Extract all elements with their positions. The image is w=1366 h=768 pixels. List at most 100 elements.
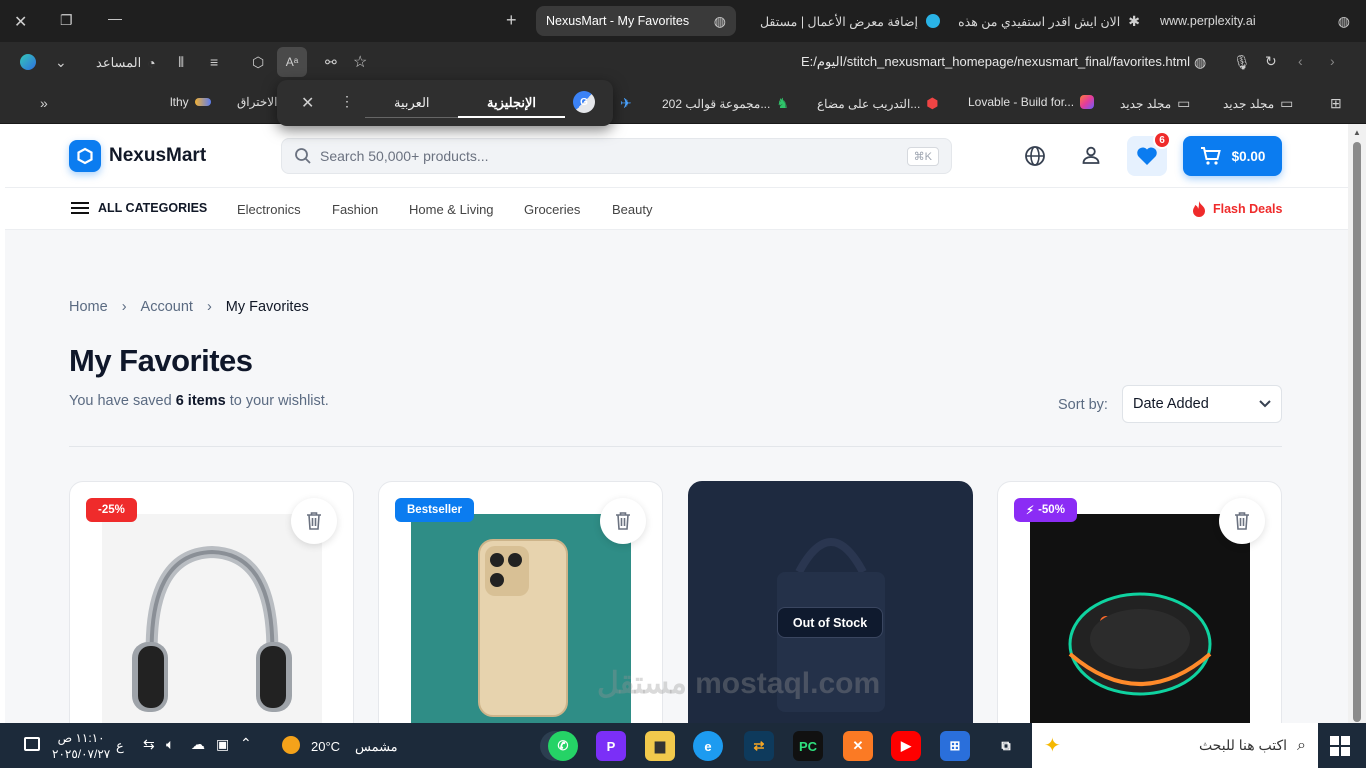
brand-logo[interactable]: NexusMart	[69, 140, 206, 172]
cloud-off-icon[interactable]: ☁	[191, 736, 205, 753]
windows-taskbar: ١١:١٠ ص ٢٠٢٥/٠٧/٢٧ ع ⇆ 🔈︎ ☁ ▣ ⌃ 20°C مشم…	[0, 723, 1366, 768]
extensions-icon[interactable]: ⬡	[252, 54, 264, 71]
brand-name: NexusMart	[109, 145, 207, 166]
close-icon[interactable]: ✕	[301, 93, 314, 113]
camera-icon[interactable]: ▣	[216, 736, 229, 753]
nav-fashion[interactable]: Fashion	[332, 202, 378, 217]
tab-perplexity[interactable]: www.perplexity.ai ◍	[1160, 6, 1350, 36]
reader-icon[interactable]: ≡	[210, 54, 218, 70]
cart-total: $0.00	[1231, 148, 1266, 164]
apps-grid-icon[interactable]: ⊞	[1330, 95, 1342, 112]
input-language[interactable]: ع	[116, 738, 124, 754]
start-button[interactable]	[1330, 736, 1350, 756]
xampp-taskbar-icon[interactable]: ✕	[843, 731, 873, 761]
whatsapp-taskbar-icon[interactable]: ✆	[548, 731, 578, 761]
vscode-taskbar-icon[interactable]: ⇄	[744, 731, 774, 761]
remove-favorite-button[interactable]	[600, 498, 646, 544]
breadcrumb-account[interactable]: Account	[141, 299, 193, 315]
discount-badge: ⚡︎ -50%	[1014, 498, 1077, 522]
page-scrollbar[interactable]: ▲	[1348, 124, 1366, 723]
bookmark-item[interactable]: lthy	[170, 95, 211, 109]
cart-button[interactable]: $0.00	[1183, 136, 1282, 176]
bookmark-item[interactable]: مجموعة قوالب 202... ♞	[662, 95, 789, 112]
tab-label: NexusMart - My Favorites	[546, 14, 690, 28]
heart-icon	[1137, 147, 1157, 165]
bookmark-label: مجلد جديد	[1120, 96, 1172, 111]
product-card[interactable]: ⚡︎ -50%	[997, 481, 1282, 723]
scrollbar-thumb[interactable]	[1353, 142, 1361, 722]
tab-nexusmart[interactable]: NexusMart - My Favorites ◍	[536, 6, 736, 36]
favorites-button[interactable]: 6	[1127, 131, 1171, 176]
assistant-button[interactable]: المساعد ◔	[96, 55, 156, 71]
bookmark-item[interactable]: التدريب على مضاع... ⬢	[817, 95, 939, 112]
pycharm-taskbar-icon[interactable]: PC	[793, 731, 823, 761]
assistant-label: المساعد	[96, 55, 142, 70]
language-globe-icon[interactable]	[1024, 145, 1046, 172]
back-icon[interactable]: ›	[1330, 53, 1335, 69]
nav-electronics[interactable]: Electronics	[237, 202, 301, 217]
youtube-taskbar-icon[interactable]: ▶	[891, 731, 921, 761]
reload-icon[interactable]: ↻	[1265, 53, 1277, 70]
app-taskbar-icon[interactable]: P	[596, 731, 626, 761]
translate-icon[interactable]: Aᵃ	[277, 47, 307, 77]
edge-taskbar-icon[interactable]: e	[693, 731, 723, 761]
nav-beauty[interactable]: Beauty	[612, 202, 652, 217]
product-image-mouse[interactable]	[1030, 514, 1250, 723]
search-bar[interactable]: Search 50,000+ products... ⌘K	[281, 138, 952, 174]
chevron-up-icon[interactable]: ⌃	[240, 735, 252, 752]
divider	[69, 446, 1282, 447]
bookmark-item[interactable]: الاختراق	[237, 95, 277, 109]
copilot-icon[interactable]	[20, 54, 36, 70]
target-language-arabic[interactable]: العربية	[394, 95, 430, 111]
more-bookmarks-icon[interactable]: »	[40, 95, 48, 111]
discount-badge: -25%	[86, 498, 137, 522]
sort-select[interactable]: Date Added	[1122, 385, 1282, 423]
user-account-icon[interactable]	[1081, 145, 1101, 170]
scroll-up-icon[interactable]: ▲	[1353, 128, 1361, 137]
new-tab-icon[interactable]: +	[506, 10, 517, 31]
flash-deals-link[interactable]: Flash Deals	[1191, 200, 1282, 218]
browser-tab-strip: ✕ ❐ — + NexusMart - My Favorites ◍ إضافة…	[0, 0, 1366, 42]
bookmark-label: مجلد جديد	[1223, 96, 1275, 111]
more-options-icon[interactable]: ⋮	[340, 93, 354, 110]
clock[interactable]: ١١:١٠ ص ٢٠٢٥/٠٧/٢٧	[52, 730, 110, 762]
star-icon[interactable]: ☆	[353, 52, 367, 72]
bookmark-favicon[interactable]: ✈	[620, 95, 632, 112]
notifications-icon[interactable]	[24, 737, 40, 751]
bookmark-folder[interactable]: مجلد جديد ▭	[1120, 95, 1190, 112]
product-card[interactable]: -25%	[69, 481, 354, 723]
mic-icon[interactable]: 🎙︎	[1233, 54, 1251, 71]
app-icon: ✱	[1128, 12, 1140, 29]
nav-groceries[interactable]: Groceries	[524, 202, 580, 217]
task-view-icon[interactable]: ⧉	[991, 731, 1021, 761]
breadcrumb-home[interactable]: Home	[69, 299, 108, 315]
tab-mostaql[interactable]: إضافة معرض الأعمال | مستقل	[755, 6, 940, 36]
all-categories-button[interactable]: ALL CATEGORIES	[71, 201, 207, 215]
weather-text[interactable]: مشمس	[355, 739, 398, 755]
chevron-right-icon: ›	[206, 299, 212, 315]
nav-home-living[interactable]: Home & Living	[409, 202, 494, 217]
weather-temp[interactable]: 20°C	[311, 739, 340, 754]
tab-chat[interactable]: الان ايش اقدر استفيدي من هذه ✱	[958, 6, 1140, 36]
restore-window-icon[interactable]: ❐	[60, 12, 73, 29]
bookmark-item[interactable]: Lovable - Build for...	[968, 95, 1095, 109]
hexagon-logo-icon	[69, 140, 101, 172]
remove-favorite-button[interactable]	[291, 498, 337, 544]
store-taskbar-icon[interactable]: ⊞	[940, 731, 970, 761]
forward-icon[interactable]: ‹	[1298, 53, 1303, 69]
folder-taskbar-icon[interactable]: ▆	[645, 731, 675, 761]
volume-icon[interactable]: 🔈︎	[166, 736, 174, 753]
link-icon[interactable]: ⚯	[325, 54, 337, 71]
minimize-window-icon[interactable]: —	[108, 10, 122, 26]
close-window-icon[interactable]: ✕	[14, 12, 27, 32]
product-image-headphones[interactable]	[102, 514, 322, 723]
bookmark-folder[interactable]: مجلد جديد ▭	[1223, 95, 1293, 112]
source-language-english[interactable]: الإنجليزية	[487, 95, 536, 111]
search-input[interactable]: Search 50,000+ products...	[320, 148, 899, 164]
address-field[interactable]: E:/اليوم/stitch_nexusmart_homepage/nexus…	[700, 54, 1190, 70]
network-icon[interactable]: ⇆	[143, 736, 155, 753]
chevron-down-icon[interactable]: ⌄	[55, 54, 67, 71]
audio-icon[interactable]: ⦀	[178, 54, 184, 71]
remove-favorite-button[interactable]	[1219, 498, 1265, 544]
taskbar-search[interactable]: ✦ اكتب هنا للبحث ⌕	[1032, 723, 1318, 768]
